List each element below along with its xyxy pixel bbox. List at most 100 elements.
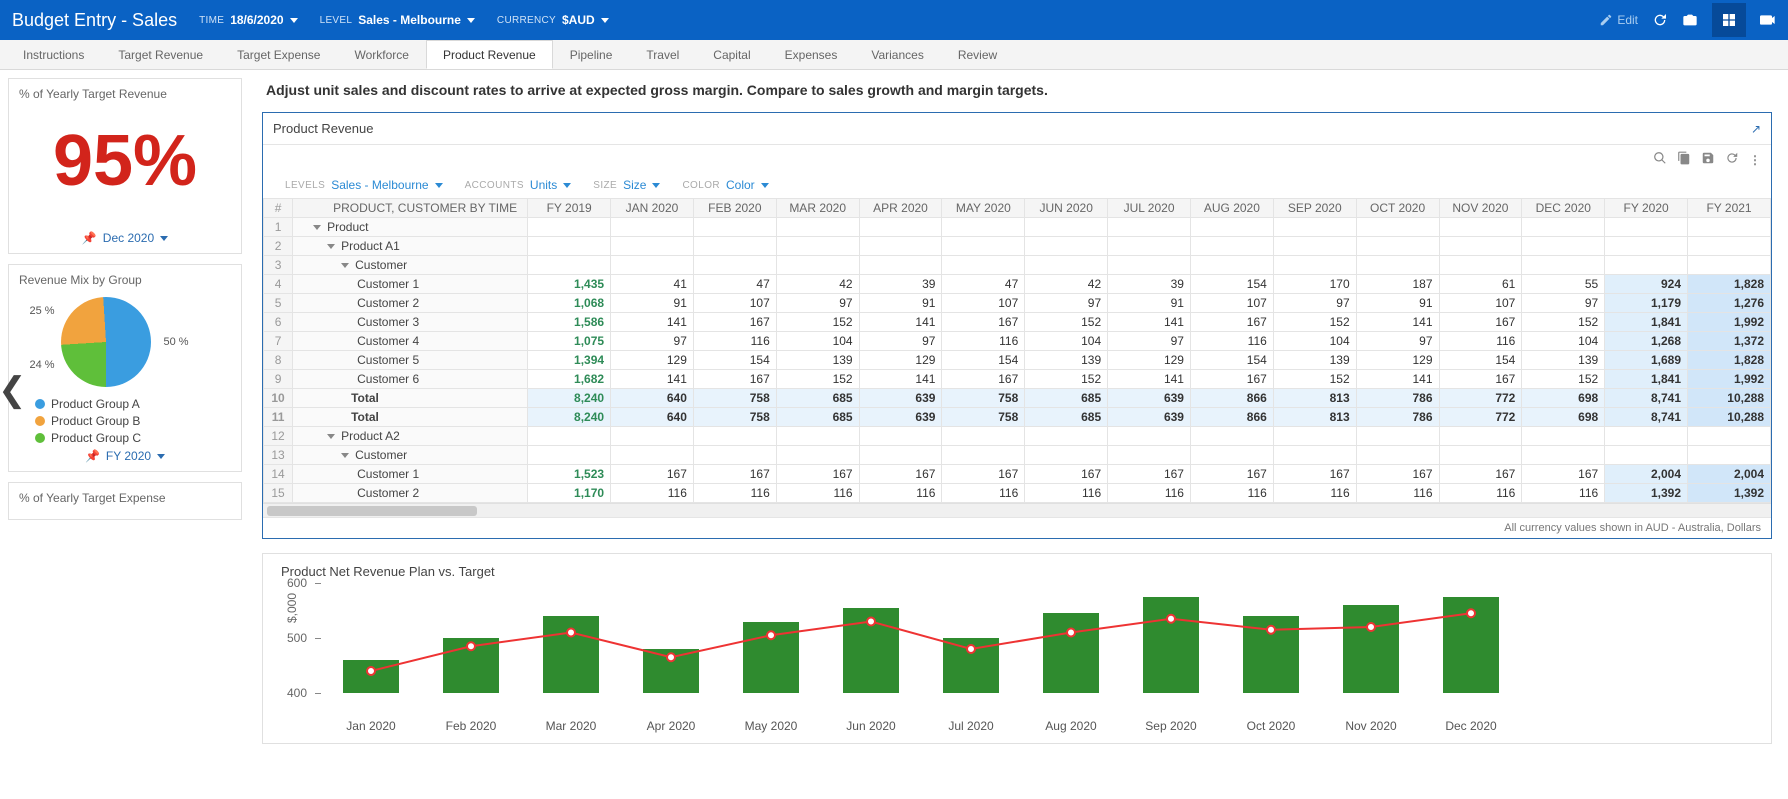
tab-workforce[interactable]: Workforce (337, 40, 425, 69)
table-row[interactable]: 8Customer 51,394129154139129154139129154… (264, 351, 1771, 370)
edit-button[interactable]: Edit (1599, 13, 1638, 27)
grid-cell[interactable]: 107 (693, 294, 776, 313)
grid-cell[interactable]: 116 (1025, 484, 1108, 503)
grid-cell[interactable]: 97 (1356, 332, 1439, 351)
grid-cell[interactable] (1522, 218, 1605, 237)
grid-cell[interactable] (859, 237, 942, 256)
grid-cell[interactable]: 8,240 (528, 408, 611, 427)
more-icon[interactable]: ⋮ (1749, 153, 1761, 167)
grid-cell[interactable]: 116 (942, 332, 1025, 351)
grid-cell[interactable] (693, 446, 776, 465)
grid-cell[interactable]: 167 (693, 465, 776, 484)
grid-cell[interactable]: 91 (1356, 294, 1439, 313)
grid-cell[interactable] (942, 427, 1025, 446)
grid-cell[interactable] (1273, 446, 1356, 465)
grid-cell[interactable]: 39 (859, 275, 942, 294)
grid-col-header[interactable]: MAR 2020 (776, 199, 859, 218)
table-row[interactable]: 13Customer (264, 446, 1771, 465)
kpi-time-pin[interactable]: 📌 Dec 2020 (19, 231, 231, 245)
grid-cell[interactable] (776, 446, 859, 465)
tab-instructions[interactable]: Instructions (6, 40, 101, 69)
grid-cell[interactable] (776, 218, 859, 237)
table-row[interactable]: 2Product A1 (264, 237, 1771, 256)
grid-cell[interactable]: 639 (1108, 389, 1191, 408)
grid-cell[interactable]: 786 (1356, 389, 1439, 408)
tab-review[interactable]: Review (941, 40, 1014, 69)
grid-cell[interactable]: 97 (1273, 294, 1356, 313)
grid-cell[interactable]: 167 (1190, 313, 1273, 332)
grid-cell[interactable]: 129 (611, 351, 694, 370)
grid-cell[interactable]: 129 (1108, 351, 1191, 370)
table-row[interactable]: 11Total8,2406407586856397586856398668137… (264, 408, 1771, 427)
slicer-size[interactable]: SIZESize (593, 178, 660, 192)
tab-expenses[interactable]: Expenses (768, 40, 855, 69)
grid-cell[interactable] (528, 256, 611, 275)
row-label[interactable]: Customer (293, 446, 528, 465)
grid-cell[interactable]: 41 (611, 275, 694, 294)
grid-cell[interactable]: 116 (1439, 484, 1522, 503)
row-label[interactable]: Customer 6 (293, 370, 528, 389)
table-row[interactable]: 1Product (264, 218, 1771, 237)
grid-cell[interactable] (1356, 237, 1439, 256)
grid-cell[interactable]: 167 (859, 465, 942, 484)
grid-cell[interactable]: 10,288 (1688, 408, 1771, 427)
grid-cell[interactable]: 116 (693, 484, 776, 503)
grid-cell[interactable]: 640 (611, 389, 694, 408)
mix-time-pin[interactable]: 📌 FY 2020 (19, 449, 231, 463)
grid-cell[interactable]: 685 (1025, 389, 1108, 408)
grid-cell[interactable]: 167 (942, 313, 1025, 332)
table-row[interactable]: 5Customer 21,068911079791107979110797911… (264, 294, 1771, 313)
table-row[interactable]: 7Customer 41,075971161049711610497116104… (264, 332, 1771, 351)
table-row[interactable]: 12Product A2 (264, 427, 1771, 446)
grid-cell[interactable] (1522, 446, 1605, 465)
tab-capital[interactable]: Capital (696, 40, 767, 69)
grid-cell[interactable]: 154 (693, 351, 776, 370)
grid-cell[interactable]: 152 (1025, 370, 1108, 389)
grid-cell[interactable]: 1,435 (528, 275, 611, 294)
grid-col-header[interactable]: AUG 2020 (1190, 199, 1273, 218)
grid-cell[interactable]: 1,179 (1605, 294, 1688, 313)
grid-cell[interactable]: 1,075 (528, 332, 611, 351)
grid-cell[interactable]: 685 (1025, 408, 1108, 427)
row-label[interactable]: Customer 1 (293, 465, 528, 484)
grid-cell[interactable] (859, 218, 942, 237)
grid-cell[interactable] (942, 446, 1025, 465)
grid-cell[interactable] (1688, 237, 1771, 256)
grid-cell[interactable]: 772 (1439, 389, 1522, 408)
grid-cell[interactable] (1356, 427, 1439, 446)
row-label[interactable]: Customer 4 (293, 332, 528, 351)
grid-col-header[interactable]: JUL 2020 (1108, 199, 1191, 218)
grid-cell[interactable] (1605, 446, 1688, 465)
grid-cell[interactable] (1356, 446, 1439, 465)
grid-cell[interactable]: 167 (1439, 313, 1522, 332)
back-arrow-icon[interactable]: ❮ (0, 370, 27, 410)
grid-cell[interactable]: 97 (1108, 332, 1191, 351)
grid-col-header[interactable]: JAN 2020 (611, 199, 694, 218)
grid-cell[interactable]: 116 (942, 484, 1025, 503)
grid-cell[interactable] (1273, 427, 1356, 446)
row-label[interactable]: Product (293, 218, 528, 237)
grid-cell[interactable]: 152 (1273, 313, 1356, 332)
grid-cell[interactable] (528, 237, 611, 256)
grid-cell[interactable] (1190, 237, 1273, 256)
grid-col-header[interactable]: FY 2019 (528, 199, 611, 218)
grid-cell[interactable]: 167 (942, 370, 1025, 389)
grid-cell[interactable] (1273, 218, 1356, 237)
grid-cell[interactable]: 107 (942, 294, 1025, 313)
grid-cell[interactable]: 129 (859, 351, 942, 370)
refresh-icon[interactable] (1652, 12, 1668, 28)
grid-cell[interactable]: 8,741 (1605, 389, 1688, 408)
grid-cell[interactable] (1688, 256, 1771, 275)
grid-cell[interactable] (1190, 446, 1273, 465)
row-label[interactable]: Total (293, 389, 528, 408)
grid-cell[interactable]: 786 (1356, 408, 1439, 427)
grid-cell[interactable] (1108, 218, 1191, 237)
tab-product-revenue[interactable]: Product Revenue (426, 40, 553, 69)
grid-cell[interactable] (1439, 218, 1522, 237)
grid-cell[interactable]: 1,586 (528, 313, 611, 332)
table-row[interactable]: 14Customer 11,52316716716716716716716716… (264, 465, 1771, 484)
grid-cell[interactable]: 107 (1190, 294, 1273, 313)
grid-cell[interactable]: 758 (693, 408, 776, 427)
grid-cell[interactable]: 698 (1522, 408, 1605, 427)
grid-cell[interactable]: 866 (1190, 389, 1273, 408)
